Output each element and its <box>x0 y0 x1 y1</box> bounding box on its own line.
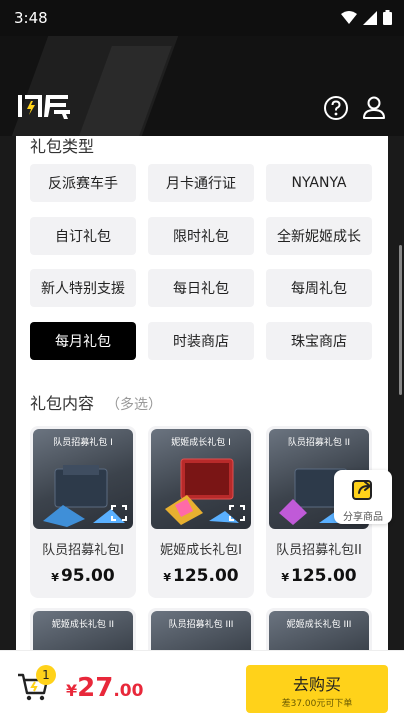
card-name: 妮姬成长礼包I <box>160 543 242 558</box>
status-bar: 3:48 <box>0 0 404 36</box>
type-item[interactable]: 新人特别支援 <box>30 269 136 307</box>
share-label: 分享商品 <box>343 512 383 523</box>
total-symbol: ¥ <box>66 681 78 700</box>
wifi-icon <box>341 10 357 24</box>
header <box>0 36 404 136</box>
help-button[interactable] <box>322 94 350 122</box>
gift-card[interactable]: 妮姬成长礼包 I 妮姬成长礼包I ¥125.00 <box>148 426 254 598</box>
card-image: 妮姬成长礼包 II <box>33 611 133 650</box>
user-button[interactable] <box>360 94 388 122</box>
gift-card[interactable]: 队员招募礼包 III <box>148 608 254 650</box>
gift-card[interactable]: 妮姬成长礼包 II <box>30 608 136 650</box>
card-name: 队员招募礼包I <box>42 543 124 558</box>
buy-button[interactable]: 去购买 差37.00元可下单 <box>246 665 388 713</box>
type-item[interactable]: 月卡通行证 <box>148 164 254 202</box>
card-image: 妮姬成长礼包 III <box>269 611 369 650</box>
main-panel: 礼包类型 反派赛车手 月卡通行证 NYANYA 自订礼包 限时礼包 全新妮姬成长… <box>16 136 388 650</box>
type-item[interactable]: 反派赛车手 <box>30 164 136 202</box>
scrollbar[interactable] <box>399 245 402 395</box>
price-value: 95.00 <box>60 566 115 586</box>
type-item[interactable]: 每日礼包 <box>148 269 254 307</box>
card-price: ¥95.00 <box>30 566 136 586</box>
price-symbol: ¥ <box>281 571 290 584</box>
status-time: 3:48 <box>14 9 48 27</box>
card-price: ¥125.00 <box>148 566 254 586</box>
type-item[interactable]: 自订礼包 <box>30 217 136 255</box>
type-item[interactable]: NYANYA <box>266 164 372 202</box>
price-symbol: ¥ <box>51 571 59 584</box>
total-price: ¥27.00 <box>66 673 143 703</box>
contents-subtitle: （多选） <box>106 397 163 413</box>
share-icon <box>352 480 372 500</box>
battery-icon <box>383 10 392 25</box>
type-item[interactable]: 每周礼包 <box>266 269 372 307</box>
price-value: 125.00 <box>173 566 239 586</box>
app-logo <box>16 91 72 125</box>
card-price: ¥125.00 <box>266 566 372 586</box>
gift-types-title: 礼包类型 <box>30 137 95 156</box>
type-item[interactable]: 时装商店 <box>148 322 254 360</box>
buy-label: 去购买 <box>292 675 341 694</box>
card-image-title: 妮姬成长礼包 II <box>51 620 115 630</box>
gift-card[interactable]: 队员招募礼包 I 队员招募礼包I ¥95.00 <box>30 426 136 598</box>
type-item-active[interactable]: 每月礼包 <box>30 322 136 360</box>
card-image-title: 妮姬成长礼包 III <box>286 620 352 630</box>
status-icons <box>341 10 392 25</box>
total-integer: 27 <box>77 673 114 703</box>
card-image-title: 队员招募礼包 III <box>168 620 234 630</box>
card-name: 队员招募礼包II <box>276 543 362 558</box>
gift-card[interactable]: 妮姬成长礼包 III <box>266 608 372 650</box>
type-item[interactable]: 珠宝商店 <box>266 322 372 360</box>
contents-title-text: 礼包内容 <box>30 394 95 413</box>
buy-sublabel: 差37.00元可下单 <box>281 699 353 709</box>
expand-icon[interactable] <box>111 505 127 521</box>
card-image: 队员招募礼包 III <box>151 611 251 650</box>
contents-title: 礼包内容 （多选） <box>30 390 162 414</box>
price-value: 125.00 <box>291 566 357 586</box>
expand-icon[interactable] <box>229 505 245 521</box>
signal-icon <box>363 10 377 25</box>
card-image: 队员招募礼包 I <box>33 429 133 529</box>
share-button[interactable]: 分享商品 <box>334 470 392 524</box>
user-icon <box>363 96 385 119</box>
card-image: 妮姬成长礼包 I <box>151 429 251 529</box>
total-decimal: .00 <box>113 681 144 701</box>
cart-count-badge: 1 <box>36 665 56 685</box>
help-icon <box>324 96 348 120</box>
bottom-bar: 1 ¥27.00 去购买 差37.00元可下单 <box>0 650 404 724</box>
price-symbol: ¥ <box>163 571 172 584</box>
type-item[interactable]: 限时礼包 <box>148 217 254 255</box>
type-item[interactable]: 全新妮姬成长 <box>266 217 372 255</box>
